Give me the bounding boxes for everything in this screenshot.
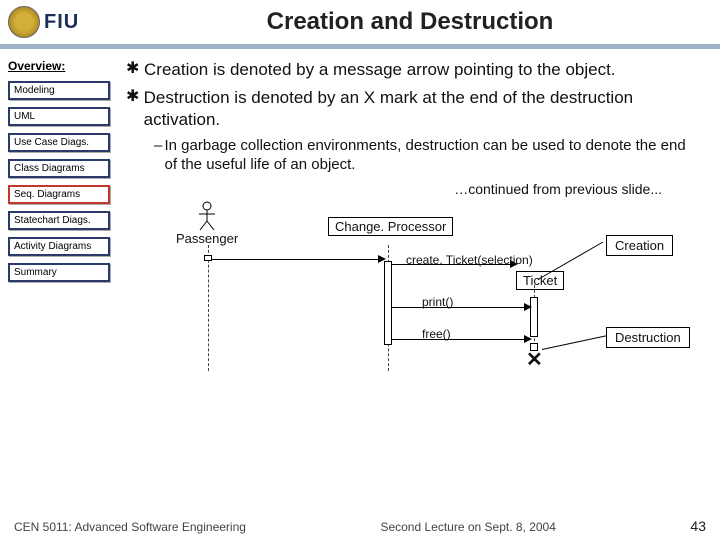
bullet-2: ✱ Destruction is denoted by an X mark at… <box>126 87 702 131</box>
subbullet: – In garbage collection environments, de… <box>154 137 702 175</box>
lifeline-passenger <box>208 245 209 371</box>
callout-creation: Creation <box>606 235 673 256</box>
arrowhead-icon <box>524 335 532 343</box>
sidebar-heading: Overview: <box>8 59 110 73</box>
sidebar-item-seq[interactable]: Seq. Diagrams <box>8 185 110 204</box>
actor-label: Passenger <box>176 231 238 246</box>
sidebar-item-statechart[interactable]: Statechart Diags. <box>8 211 110 230</box>
activation-processor <box>384 261 392 345</box>
msg-create: create. Ticket(selection) <box>406 253 533 267</box>
msg-free: free() <box>422 327 451 341</box>
dash-icon: – <box>154 137 165 175</box>
sidebar-item-activity[interactable]: Activity Diagrams <box>8 237 110 256</box>
bullet-1-text: Creation is denoted by a message arrow p… <box>144 59 616 81</box>
arrowhead-icon <box>378 255 386 263</box>
seal-icon <box>8 6 40 38</box>
bullet-icon: ✱ <box>126 59 144 81</box>
msg-print: print() <box>422 295 453 309</box>
slide-number: 43 <box>690 518 706 534</box>
header: FIU Creation and Destruction <box>0 0 720 48</box>
actor-icon <box>196 201 218 231</box>
sequence-diagram: Passenger Change. Processor Ticket creat… <box>126 199 702 379</box>
arrow-line <box>392 307 530 308</box>
footer-left: CEN 5011: Advanced Software Engineering <box>14 520 246 534</box>
callout-line <box>542 335 607 350</box>
activation-passenger <box>204 255 212 261</box>
logo: FIU <box>8 3 108 41</box>
bullet-2-text: Destruction is denoted by an X mark at t… <box>144 87 702 131</box>
actor-passenger: Passenger <box>176 201 238 246</box>
arrow-line <box>212 259 384 260</box>
bullet-1: ✱ Creation is denoted by a message arrow… <box>126 59 702 81</box>
arrow-line <box>392 339 530 340</box>
x-mark-icon: ✕ <box>526 347 543 372</box>
callout-destruction: Destruction <box>606 327 690 348</box>
continued-note: …continued from previous slide... <box>126 181 662 197</box>
object-processor: Change. Processor <box>328 217 453 236</box>
sidebar-item-uml[interactable]: UML <box>8 107 110 126</box>
object-ticket: Ticket <box>516 271 564 290</box>
content: ✱ Creation is denoted by a message arrow… <box>118 49 720 469</box>
subbullet-text: In garbage collection environments, dest… <box>165 137 703 175</box>
body: Overview: Modeling UML Use Case Diags. C… <box>0 49 720 469</box>
sidebar-item-modeling[interactable]: Modeling <box>8 81 110 100</box>
page-title: Creation and Destruction <box>108 8 712 36</box>
logo-text: FIU <box>44 11 79 34</box>
bullet-icon: ✱ <box>126 87 144 131</box>
sidebar-item-class[interactable]: Class Diagrams <box>8 159 110 178</box>
sidebar-item-usecase[interactable]: Use Case Diags. <box>8 133 110 152</box>
footer-right: Second Lecture on Sept. 8, 2004 <box>380 520 555 534</box>
arrowhead-icon <box>524 303 532 311</box>
callout-line <box>538 241 603 279</box>
sidebar: Overview: Modeling UML Use Case Diags. C… <box>0 49 118 469</box>
sidebar-item-summary[interactable]: Summary <box>8 263 110 282</box>
footer: CEN 5011: Advanced Software Engineering … <box>0 518 720 534</box>
